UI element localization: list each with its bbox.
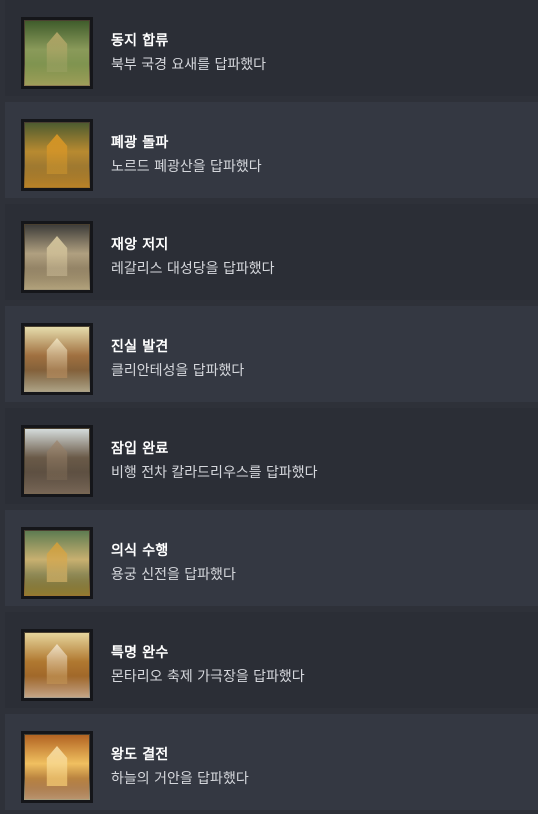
achievement-description: 용궁 신전을 답파했다: [111, 567, 236, 583]
achievement-thumbnail-icon: [21, 527, 93, 599]
achievement-description: 몬타리오 축제 가극장을 답파했다: [111, 669, 305, 685]
achievement-description: 북부 국경 요새를 답파했다: [111, 57, 267, 73]
achievement-row[interactable]: 잠입 완료비행 전차 칼라드리우스를 답파했다: [5, 408, 538, 504]
achievement-thumbnail-icon: [21, 323, 93, 395]
achievement-row[interactable]: 동지 합류북부 국경 요새를 답파했다: [5, 0, 538, 96]
achievement-row[interactable]: 진실 발견클리안테성을 답파했다: [5, 306, 538, 402]
achievement-description: 노르드 폐광산을 답파했다: [111, 159, 262, 175]
achievement-row[interactable]: 왕도 결전하늘의 거안을 답파했다: [5, 714, 538, 810]
achievement-title: 잠입 완료: [111, 441, 169, 457]
achievement-thumbnail-icon: [21, 425, 93, 497]
achievement-row[interactable]: 폐광 돌파노르드 폐광산을 답파했다: [5, 102, 538, 198]
achievement-title: 왕도 결전: [111, 747, 169, 763]
achievement-description: 클리안테성을 답파했다: [111, 363, 245, 379]
achievement-title: 재앙 저지: [111, 237, 169, 253]
achievement-description: 하늘의 거안을 답파했다: [111, 771, 249, 787]
achievement-description: 비행 전차 칼라드리우스를 답파했다: [111, 465, 318, 481]
achievement-thumbnail-icon: [21, 221, 93, 293]
achievement-title: 의식 수행: [111, 543, 169, 559]
achievement-thumbnail-icon: [21, 17, 93, 89]
achievement-title: 진실 발견: [111, 339, 169, 355]
achievement-title: 폐광 돌파: [111, 135, 169, 151]
achievement-thumbnail-icon: [21, 731, 93, 803]
achievement-row[interactable]: 재앙 저지레갈리스 대성당을 답파했다: [5, 204, 538, 300]
achievement-title: 동지 합류: [111, 33, 169, 49]
achievement-thumbnail-icon: [21, 629, 93, 701]
achievement-thumbnail-icon: [21, 119, 93, 191]
achievement-row[interactable]: 특명 완수몬타리오 축제 가극장을 답파했다: [5, 612, 538, 708]
achievement-list: 동지 합류북부 국경 요새를 답파했다폐광 돌파노르드 폐광산을 답파했다재앙 …: [0, 0, 538, 814]
achievement-description: 레갈리스 대성당을 답파했다: [111, 261, 275, 277]
achievement-title: 특명 완수: [111, 645, 169, 661]
achievement-row[interactable]: 의식 수행용궁 신전을 답파했다: [5, 510, 538, 606]
